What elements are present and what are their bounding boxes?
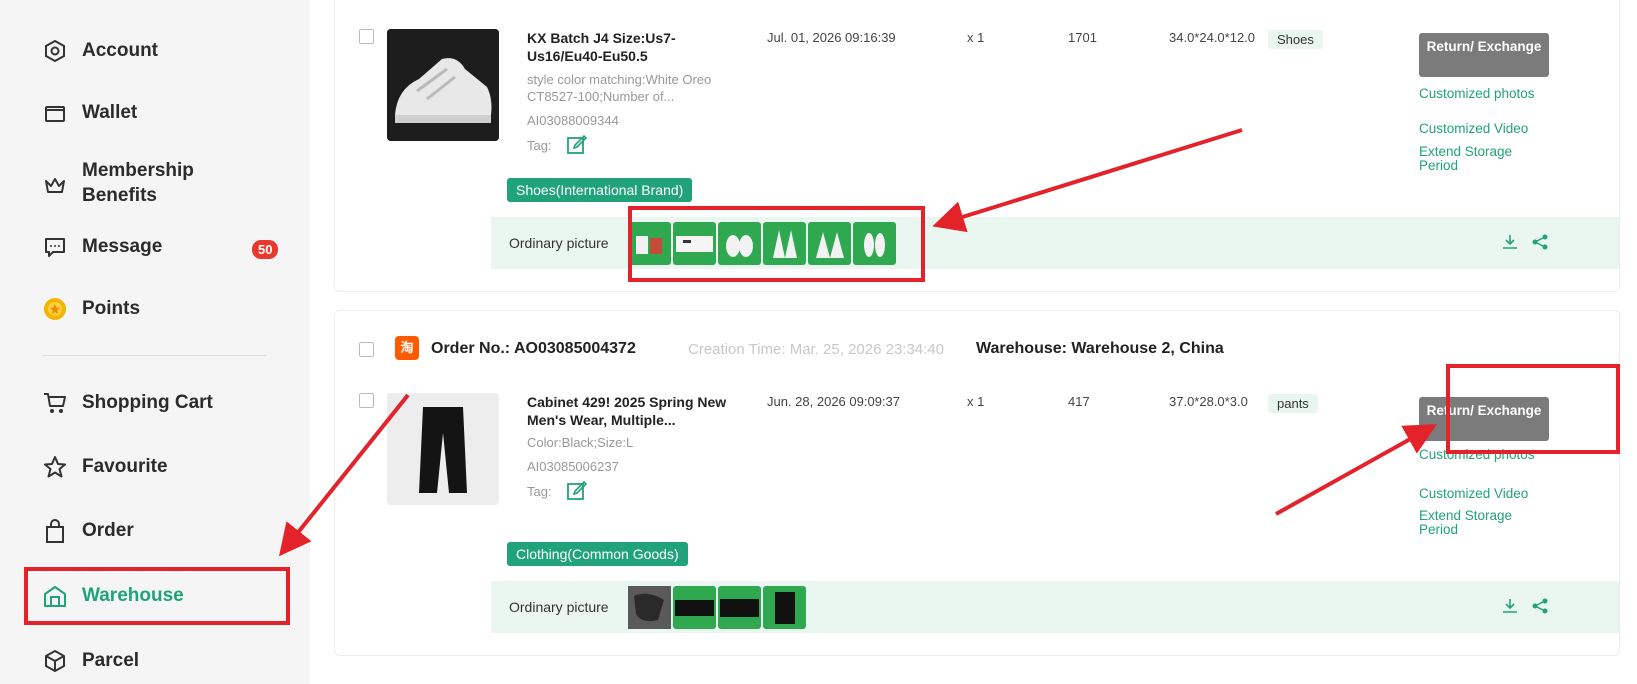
sidebar-item-label: Points [82, 298, 141, 319]
warehouse-list: KX Batch J4 Size:Us7-Us16/Eu40-Eu50.5 st… [310, 0, 1637, 684]
photo-thumbnail[interactable] [763, 586, 806, 629]
parcel-icon [42, 648, 68, 674]
product-title[interactable]: KX Batch J4 Size:Us7-Us16/Eu40-Eu50.5 [527, 29, 727, 65]
customized-photos-link[interactable]: Customized photos [1419, 87, 1549, 101]
creation-time: Creation Time: Mar. 25, 2026 23:34:40 [688, 341, 944, 358]
sidebar-item-parcel[interactable]: Parcel [42, 648, 139, 674]
order-card: 淘 Order No.: AO03085004372 Creation Time… [334, 310, 1620, 656]
crown-icon [42, 172, 68, 198]
dimensions: 34.0*24.0*12.0 [1169, 30, 1256, 45]
storage-time: Jun. 28, 2026 09:09:37 [767, 394, 901, 409]
sidebar-item-message[interactable]: Message [42, 234, 162, 260]
sidebar-item-label: Account [82, 40, 158, 61]
customized-video-link[interactable]: Customized Video [1419, 487, 1549, 501]
cart-icon [42, 390, 68, 416]
account-hexagon-icon [42, 38, 68, 64]
dimensions: 37.0*28.0*3.0 [1169, 394, 1248, 409]
product-image[interactable] [387, 393, 499, 505]
type-tag: Shoes [1268, 30, 1323, 49]
product-sku: AI03085006237 [527, 459, 619, 474]
photo-thumbnail[interactable] [718, 586, 761, 629]
highlight-box-pictures [628, 206, 925, 282]
extend-storage-link[interactable]: Extend Storage Period [1419, 509, 1549, 537]
order-number: Order No.: AO03085004372 [431, 340, 636, 357]
product-image[interactable] [387, 29, 499, 141]
sidebar-item-label: Parcel [82, 650, 140, 671]
order-checkbox[interactable] [359, 342, 374, 357]
type-tag: pants [1268, 394, 1318, 413]
product-spec: Color:Black;Size:L [527, 435, 634, 450]
sidebar-item-label: Message [82, 236, 163, 257]
tag-label: Tag: [527, 138, 552, 153]
category-badge: Shoes(International Brand) [507, 178, 693, 202]
download-icon[interactable] [1501, 597, 1521, 617]
sidebar-item-order[interactable]: Order [42, 518, 134, 544]
download-icon[interactable] [1501, 233, 1521, 253]
message-count-badge: 50 [252, 240, 279, 259]
highlight-box-warehouse [24, 567, 290, 625]
sidebar-item-shopping-cart[interactable]: Shopping Cart [42, 390, 213, 416]
weight: 1701 [1068, 30, 1097, 45]
quantity: x 1 [967, 394, 985, 409]
customized-video-link[interactable]: Customized Video [1419, 122, 1549, 136]
return-exchange-button[interactable]: Return/ Exchange [1419, 33, 1549, 77]
weight: 417 [1068, 394, 1090, 409]
sidebar-item-membership[interactable]: Membership Benefits [42, 158, 194, 208]
sidebar-item-label: Shopping Cart [82, 392, 213, 413]
sidebar-item-points[interactable]: Points [42, 296, 140, 322]
sidebar-divider [42, 355, 267, 356]
sidebar-item-wallet[interactable]: Wallet [42, 100, 137, 126]
message-icon [42, 234, 68, 260]
highlight-box-return-button [1446, 364, 1620, 454]
product-title[interactable]: Cabinet 429! 2025 Spring New Men's Wear,… [527, 393, 727, 429]
photo-thumbnail[interactable] [673, 586, 716, 629]
wallet-icon [42, 100, 68, 126]
taobao-shop-icon: 淘 [395, 336, 419, 360]
ordinary-picture-bar: Ordinary picture [491, 581, 1619, 633]
quantity: x 1 [967, 30, 985, 45]
product-sku: AI03088009344 [527, 113, 619, 128]
coin-icon [42, 296, 68, 322]
tag-label: Tag: [527, 484, 552, 499]
photo-thumbnail[interactable] [628, 586, 671, 629]
edit-icon[interactable] [567, 480, 588, 506]
share-icon[interactable] [1531, 233, 1551, 253]
warehouse-name: Warehouse: Warehouse 2, China [976, 340, 1224, 357]
category-badge: Clothing(Common Goods) [507, 542, 688, 566]
sidebar-item-label: Membership Benefits [82, 160, 194, 206]
sidebar-item-account[interactable]: Account [42, 38, 158, 64]
sidebar-item-favourite[interactable]: Favourite [42, 454, 168, 480]
item-checkbox[interactable] [359, 393, 374, 408]
order-card: KX Batch J4 Size:Us7-Us16/Eu40-Eu50.5 st… [334, 0, 1620, 292]
share-icon[interactable] [1531, 597, 1551, 617]
edit-icon[interactable] [567, 134, 588, 160]
extend-storage-link[interactable]: Extend Storage Period [1419, 145, 1549, 173]
ordinary-picture-label: Ordinary picture [509, 235, 609, 251]
sidebar-item-label: Favourite [82, 456, 168, 477]
product-spec: style color matching:White Oreo CT8527-1… [527, 72, 712, 104]
bag-icon [42, 518, 68, 544]
sidebar-item-label: Wallet [82, 102, 138, 123]
ordinary-picture-label: Ordinary picture [509, 599, 609, 615]
star-icon [42, 454, 68, 480]
sidebar-item-label: Order [82, 520, 134, 541]
item-checkbox[interactable] [359, 29, 374, 44]
storage-time: Jul. 01, 2026 09:16:39 [767, 30, 896, 45]
